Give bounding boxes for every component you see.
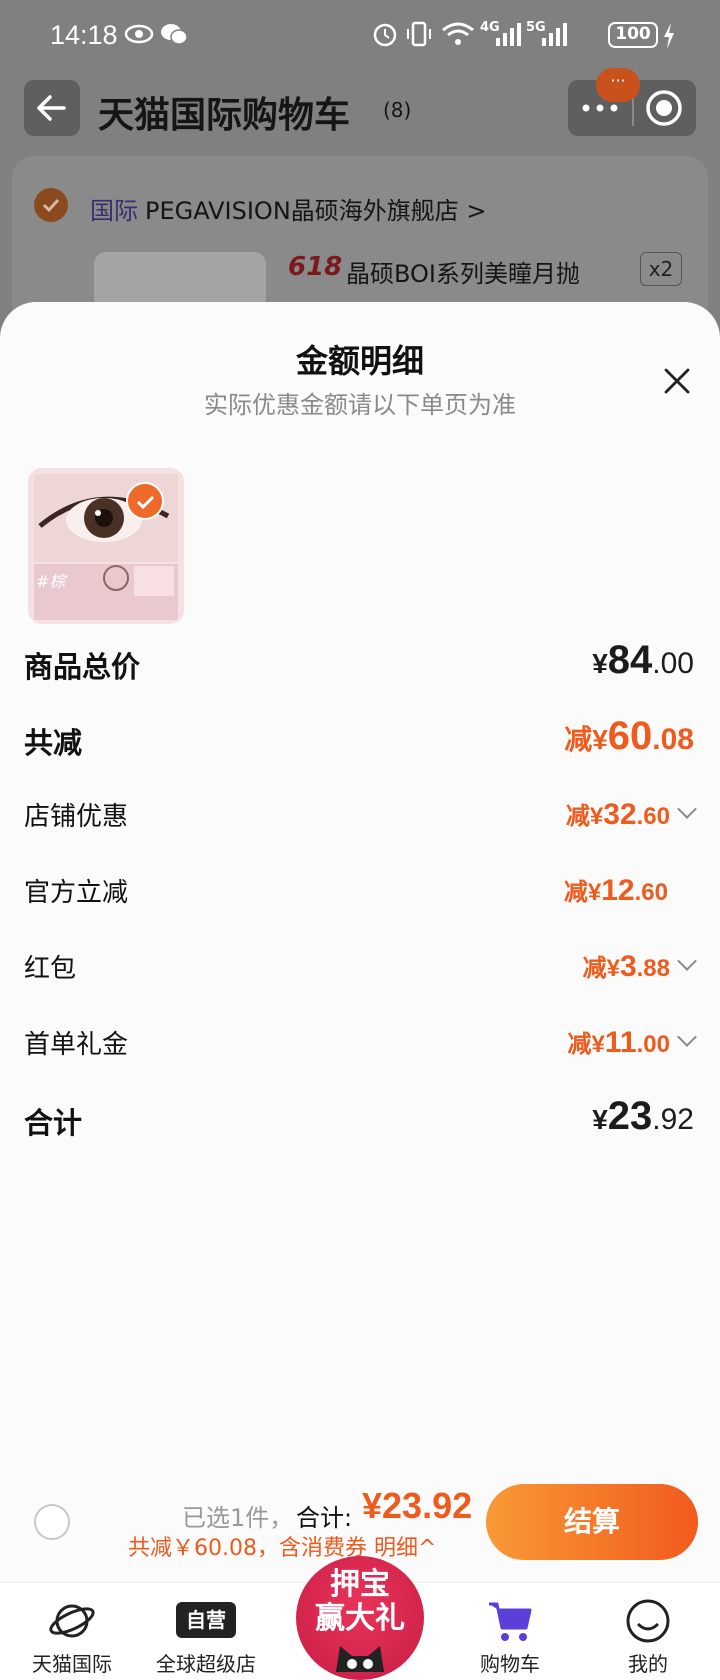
amount-int: 32	[603, 798, 637, 831]
selected-checkbox	[126, 482, 164, 520]
eye-icon	[124, 24, 154, 44]
selected-count: 已选1件，	[182, 1504, 294, 1532]
tab-label: 天猫国际	[32, 1652, 112, 1676]
amount-dec: .60	[636, 803, 670, 830]
amount-currency: ¥	[592, 648, 608, 679]
status-time: 14:18	[50, 20, 118, 50]
vibrate-icon	[407, 21, 431, 47]
promo-line1: 押宝	[330, 1567, 390, 1602]
cart-icon	[489, 1602, 532, 1641]
sheet-title: 金额明细	[295, 342, 424, 380]
row-label: 官方立减	[24, 878, 129, 908]
amount-dec: .00	[652, 647, 694, 680]
amount-int: 12	[601, 874, 635, 907]
row-amount: ¥84.00	[592, 638, 694, 683]
back-button[interactable]	[24, 80, 80, 136]
check-icon	[136, 495, 155, 510]
battery-indicator: 100	[608, 22, 658, 48]
amount-currency: ¥	[589, 803, 604, 830]
self-operated-icon: 自营	[176, 1602, 236, 1638]
arrow-left-icon	[37, 95, 66, 121]
cart-count: (8)	[383, 98, 412, 122]
tab-label: 我的	[628, 1652, 668, 1676]
wifi-icon	[442, 22, 474, 45]
amount-prefix: 减	[564, 724, 593, 755]
row-amount[interactable]: 减¥32.60	[565, 796, 697, 832]
amount-int: 23	[607, 1094, 653, 1138]
tab-label: 全球超级店	[156, 1652, 256, 1676]
row-amount: 减¥12.60	[564, 872, 694, 908]
signal-5g-icon	[542, 23, 567, 46]
amount-prefix: 减	[567, 1031, 592, 1058]
charging-icon	[664, 23, 674, 49]
row-label: 合计	[24, 1106, 83, 1140]
row-amount[interactable]: 减¥3.88	[582, 948, 697, 984]
quantity-badge[interactable]: x2	[640, 252, 682, 286]
amount-currency: ¥	[587, 879, 602, 906]
color-label: #棕	[36, 572, 66, 591]
store-tag: 国际	[90, 197, 138, 225]
check-icon	[42, 198, 60, 213]
amount-currency: ¥	[591, 1031, 605, 1058]
product-image: #棕	[28, 468, 184, 624]
row-label: 店铺优惠	[24, 802, 129, 832]
alarm-icon	[373, 23, 397, 47]
tab-label: 购物车	[480, 1652, 540, 1676]
amount-dec: .92	[652, 1103, 694, 1136]
chevron-down-icon	[677, 951, 697, 971]
amount-int: 84	[607, 638, 653, 682]
amount-dec: .08	[652, 723, 694, 756]
tab-me[interactable]: 我的	[576, 1582, 720, 1680]
tab-tmall-global[interactable]: 天猫国际	[0, 1582, 144, 1680]
chevron-down-icon	[677, 1027, 697, 1047]
wechat-icon	[161, 24, 188, 45]
checkout-button[interactable]: 结算	[486, 1484, 698, 1560]
row-label: 商品总价	[24, 650, 141, 684]
planet-icon	[49, 1604, 95, 1638]
amount-currency: ¥	[592, 724, 608, 755]
amount-currency: ¥	[592, 1104, 608, 1135]
close-icon[interactable]	[660, 364, 694, 398]
row-label: 首单礼金	[24, 1030, 129, 1060]
row-amount: ¥23.92	[592, 1094, 694, 1139]
row-label: 红包	[24, 954, 77, 984]
status-bar: 14:18 4G 5G 100	[0, 0, 720, 72]
amount-int: 11	[604, 1026, 637, 1059]
row-label: 共减	[24, 726, 83, 760]
close-miniapp-icon[interactable]	[644, 88, 684, 128]
total-label: 合计:	[296, 1504, 353, 1532]
total-value: ¥23.92	[362, 1485, 473, 1526]
amount-dec: .88	[636, 955, 670, 982]
promo-line2: 赢大礼	[315, 1601, 405, 1636]
product-title[interactable]: 晶硕BOI系列美瞳月抛	[346, 254, 580, 289]
promo-618-tag: 618	[288, 252, 343, 282]
amount-dec: .00	[636, 1031, 670, 1058]
row-amount[interactable]: 减¥11.00	[567, 1024, 697, 1060]
amount-int: 3	[619, 950, 637, 983]
store-checkbox[interactable]	[34, 188, 68, 222]
page-title: 天猫国际购物车	[98, 95, 351, 136]
chevron-down-icon	[677, 799, 697, 819]
select-all-radio[interactable]	[34, 1504, 70, 1540]
amount-dec: .60	[634, 879, 668, 906]
tab-global-super-store[interactable]: 自营 全球超级店	[134, 1582, 278, 1680]
amount-prefix: 减	[582, 955, 607, 982]
discount-detail-link[interactable]: 共减￥60.08，含消费券 明细^	[128, 1530, 436, 1562]
amount-currency: ¥	[606, 955, 620, 982]
amount-prefix: 减	[565, 803, 590, 830]
sheet-subtitle: 实际优惠金额请以下单页为准	[204, 391, 516, 419]
cat-mascot-icon	[336, 1646, 384, 1672]
amount-prefix: 减	[563, 879, 588, 906]
amount-int: 60	[607, 714, 653, 758]
signal-4g-icon	[496, 23, 521, 46]
store-name-link[interactable]: PEGAVISION晶硕海外旗舰店 >	[145, 191, 487, 226]
tab-cart[interactable]: 购物车	[438, 1582, 582, 1680]
promo-badge[interactable]: 押宝 赢大礼	[296, 1556, 424, 1680]
row-amount: 减¥60.08	[564, 714, 694, 759]
more-badge: ···	[596, 68, 640, 102]
smile-icon	[626, 1599, 670, 1643]
